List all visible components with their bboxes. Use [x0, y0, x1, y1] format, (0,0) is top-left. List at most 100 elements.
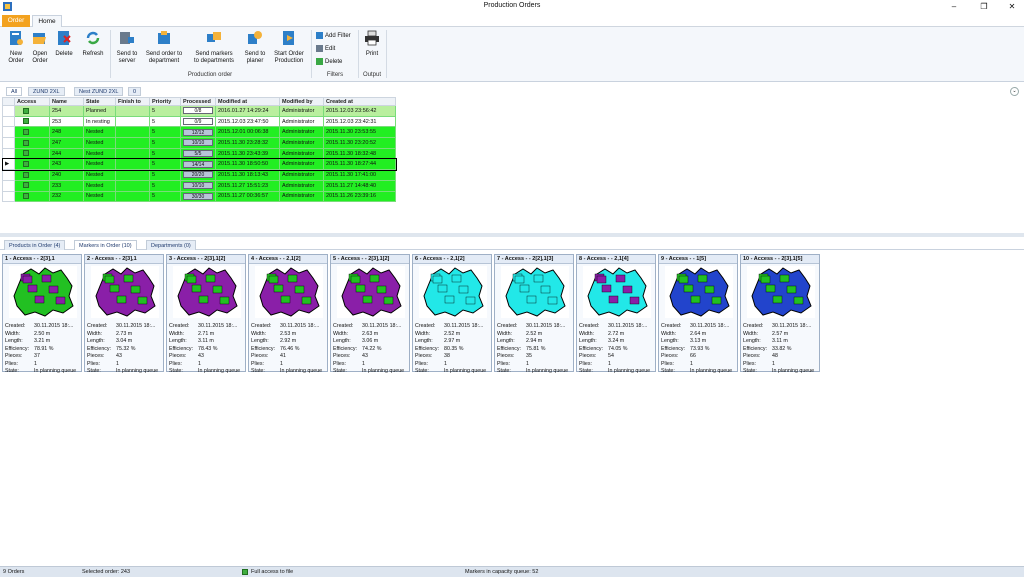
priority-cell: 5 [149, 179, 181, 192]
tab-markers-in-order[interactable]: Markers in Order (10) [74, 240, 137, 250]
tab-order[interactable]: Order [2, 15, 30, 27]
modified-by-cell: Administrator [279, 147, 324, 160]
marker-card[interactable]: 4 - Access - - 2,1[2] Created: 30.11.2015 … [248, 254, 328, 374]
minimize-icon[interactable]: – [940, 0, 968, 13]
table-row[interactable]: 232 Nested 5 30/30 2015.11.27 00:36:57 Admini… [2, 190, 396, 203]
marker-card[interactable]: 6 - Access - - 2,1[2] Created: 30.11.2015 … [412, 254, 492, 374]
output-group-label: Output [362, 72, 381, 78]
marker-thumbnail [337, 266, 405, 318]
send-to-planer-button[interactable]: Send to planer [241, 30, 269, 65]
col-modified-at[interactable]: Modified at [215, 97, 280, 106]
created-cell: 2015.11.30 23:53:55 [323, 126, 396, 139]
status-orders-count: 9 Orders [3, 569, 25, 575]
processed-cell: 0/9 [180, 115, 216, 128]
col-access[interactable]: Access [14, 97, 50, 106]
marker-length: 2.94 m [526, 338, 543, 344]
marker-field-label: Plies: [333, 360, 346, 367]
tab-home[interactable]: Home [32, 15, 62, 27]
col-modified-by[interactable]: Modified by [279, 97, 324, 106]
table-row[interactable]: 253 In nesting 5 0/9 2015.12.03 23:47:50 Admi… [2, 115, 396, 128]
state-cell: Planned [83, 105, 116, 117]
pane-splitter[interactable] [0, 233, 1024, 237]
marker-card[interactable]: 1 - Access - - 2[3],1 Created: 30.11.2015 … [2, 254, 82, 374]
table-row[interactable]: 254 Planned 5 0/8 2016.01.27 14:29:24 Adminis… [2, 105, 396, 117]
new-order-button[interactable]: New Order [5, 30, 27, 65]
col-name[interactable]: Name [49, 97, 84, 106]
open-order-button[interactable]: Open Order [29, 30, 51, 65]
marker-field-label: Pieces: [87, 353, 105, 359]
marker-field-label: Pieces: [579, 353, 597, 359]
row-indicator [2, 115, 15, 128]
close-icon[interactable]: ✕ [998, 0, 1024, 13]
access-cell [14, 190, 50, 203]
tab-products-in-order[interactable]: Products in Order (4) [4, 240, 66, 250]
start-order-production-button[interactable]: Start Order Production [271, 30, 307, 65]
col-processed[interactable]: Processed [180, 97, 216, 106]
state-cell: Nested [83, 190, 116, 203]
edit-filter-button[interactable]: Edit [316, 45, 335, 53]
send-planer-label-2: planer [246, 58, 264, 64]
modified-by-cell: Administrator [279, 190, 324, 203]
send-markers-button[interactable]: Send markers to departments [190, 30, 238, 65]
marker-field-label: Created: [661, 323, 682, 329]
marker-card[interactable]: 7 - Access - - 2[2],1[3] Created: 30.11.20… [494, 254, 574, 374]
marker-card[interactable]: 2 - Access - - 2[3],1 Created: 30.11.2015 … [84, 254, 164, 374]
refresh-button[interactable]: Refresh [80, 30, 106, 58]
col-priority[interactable]: Priority [149, 97, 181, 106]
marker-created: 30.11.2015 18:... [444, 323, 484, 329]
processed-progress: 5/5 [183, 150, 213, 158]
marker-width: 2.57 m [772, 330, 789, 337]
marker-card[interactable]: 5 - Access - - 2[3],1[2] Created: 30.11.20… [330, 254, 410, 374]
col-state[interactable]: State [83, 97, 116, 106]
marker-width: 2.63 m [362, 330, 379, 337]
access-check-icon [23, 182, 29, 189]
print-button[interactable]: Print [361, 30, 383, 58]
marker-plies: 1 [690, 360, 693, 367]
table-row[interactable]: 248 Nested 5 12/12 2015.12.01 00:06:38 Admini… [2, 126, 396, 139]
view-tab-count[interactable]: 0 [128, 87, 142, 96]
state-cell: Nested [83, 126, 116, 139]
marker-title: 4 - Access - - 2,1[2] [249, 255, 327, 264]
table-row[interactable]: ▶ 243 Nested 5 14/14 2015.11.30 18:50:50 Admin… [1, 157, 397, 171]
table-row[interactable]: 233 Nested 5 10/10 2015.11.27 15:51:23 Admini… [2, 179, 396, 192]
marker-field-label: State: [87, 368, 101, 374]
modified-by-cell: Administrator [279, 105, 324, 117]
table-row[interactable]: 244 Nested 5 5/5 2015.11.30 23:43:39 Administ… [2, 147, 396, 160]
modified-cell: 2015.11.30 18:50:50 [215, 158, 280, 171]
send-to-server-button[interactable]: Send to server [113, 30, 141, 65]
marker-efficiency: 75.32 % [116, 345, 136, 352]
table-row[interactable]: 240 Nested 5 20/20 2015.11.30 18:13:43 Admini… [2, 169, 396, 181]
send-department-icon [158, 31, 170, 44]
marker-created: 30.11.2015 18:... [608, 323, 648, 329]
marker-field-label: Length: [661, 338, 679, 344]
marker-card[interactable]: 10 - Access - - 2[3],1[5] Created: 30.11.2… [740, 254, 820, 374]
marker-field-label: Length: [497, 338, 515, 344]
restore-icon[interactable]: ❐ [970, 0, 998, 13]
marker-field-label: Plies: [169, 360, 182, 367]
marker-card[interactable]: 9 - Access - - 1[5] Created: 30.11.2015 18… [658, 254, 738, 374]
marker-field-label: State: [579, 368, 593, 374]
col-created-at[interactable]: Created at [323, 97, 396, 106]
modified-by-cell: Administrator [279, 179, 324, 192]
collapse-icon[interactable]: ⌄ [1010, 87, 1019, 96]
marker-title: 8 - Access - - 2,1[4] [577, 255, 655, 264]
col-finish-to[interactable]: Finish to [115, 97, 150, 106]
view-tab-zund[interactable]: ZUND 2XL [28, 87, 65, 96]
send-server-icon [120, 32, 134, 44]
marker-created: 30.11.2015 18:... [34, 323, 74, 329]
modified-by-cell: Administrator [279, 158, 324, 171]
processed-progress: 12/12 [183, 128, 213, 136]
marker-card[interactable]: 3 - Access - - 2[3],1[2] Created: 30.11.20… [166, 254, 246, 374]
add-filter-button[interactable]: Add Filter [316, 32, 351, 40]
send-order-department-button[interactable]: Send order to department [144, 30, 184, 65]
view-tab-nest-zund[interactable]: Nest ZUND 2XL [74, 87, 124, 96]
delete-filter-button[interactable]: Delete [316, 58, 342, 66]
delete-button[interactable]: Delete [53, 30, 75, 58]
tab-departments[interactable]: Departments (0) [146, 240, 196, 250]
marker-width: 2.50 m [34, 330, 51, 337]
marker-card[interactable]: 8 - Access - - 2,1[4] Created: 30.11.2015 … [576, 254, 656, 374]
ribbon-tabs: Order Home [0, 13, 1024, 27]
view-tab-all[interactable]: All [6, 87, 23, 96]
marker-efficiency: 76.46 % [280, 345, 300, 352]
table-row[interactable]: 247 Nested 5 10/10 2015.11.30 23:28:32 Admini… [2, 137, 396, 149]
